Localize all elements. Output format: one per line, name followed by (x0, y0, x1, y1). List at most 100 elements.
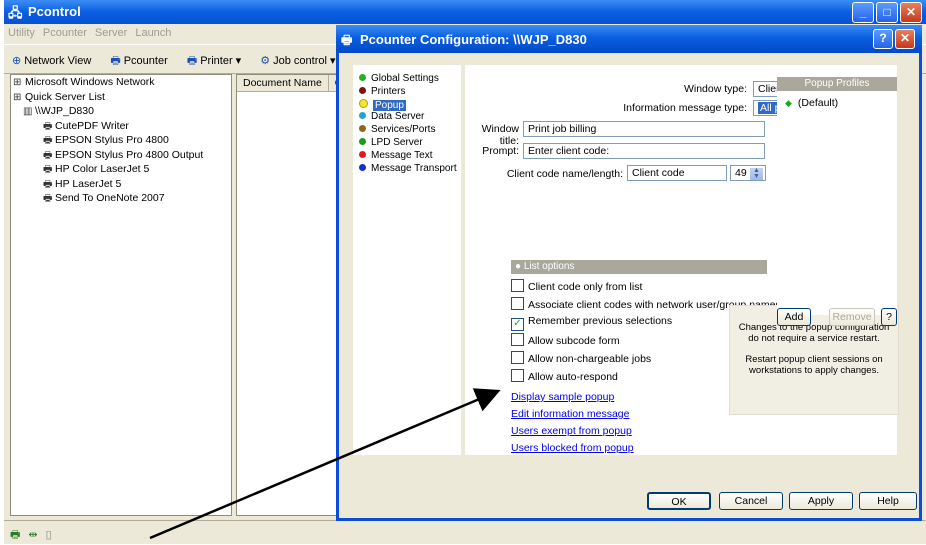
status-bar: 🖶 ⇹ ▯ (4, 520, 926, 544)
prompt-label: Prompt: (482, 145, 519, 157)
menu-pcounter[interactable]: Pcounter (39, 24, 91, 42)
toolbar-pcounter[interactable]: 🖶 Pcounter (102, 45, 175, 71)
popup-link[interactable]: Users exempt from popup (511, 425, 632, 437)
option-label: Allow auto-respond (528, 371, 618, 383)
tree-item[interactable]: 🖶 HP LaserJet 5 (11, 177, 231, 192)
tree-item[interactable]: ⊞ Microsoft Windows Network (11, 75, 231, 90)
nav-item-message-transport[interactable]: Message Transport (353, 163, 461, 176)
option-label: Allow subcode form (528, 335, 620, 347)
option-checkbox-row[interactable]: Allow auto-respond (511, 369, 618, 383)
tree-rows: ⊞ Microsoft Windows Network ⊞ Quick Server … (11, 75, 231, 206)
dialog-window-buttons: ? ✕ (871, 29, 915, 49)
tree-item[interactable]: 🖶 EPSON Stylus Pro 4800 (11, 133, 231, 148)
option-checkbox-row[interactable]: Allow subcode form (511, 333, 620, 347)
tree-item-label: EPSON Stylus Pro 4800 Output (55, 148, 204, 161)
settings-nav: Global Settings Printers Popup Data Server S… (353, 65, 461, 455)
stepper-arrows-icon[interactable]: ▲ ▼ (749, 167, 764, 180)
network-icon: ⊞ (13, 91, 22, 103)
tree-item-label: Send To OneNote 2007 (55, 192, 165, 204)
dialog-close-icon[interactable]: ✕ (895, 29, 915, 49)
remove-profile-button[interactable]: Remove (829, 308, 875, 326)
nav-item-printers[interactable]: Printers (353, 86, 461, 99)
job-control-icon: ⚙ (260, 55, 271, 67)
maximize-icon[interactable]: □ (876, 2, 898, 23)
nav-item-popup[interactable]: Popup (353, 98, 461, 112)
help-button[interactable]: Help (859, 492, 917, 510)
nav-item-global-settings[interactable]: Global Settings (353, 73, 461, 86)
popup-profiles-list: Popup Profiles ◆ (Default) (777, 77, 897, 315)
checkbox[interactable] (511, 369, 524, 382)
info-text-restart-clients: Restart popup client sessions on worksta… (745, 354, 883, 376)
toolbar-job-control[interactable]: ⚙ Job control ▾ (252, 47, 343, 67)
window-title-input[interactable]: Print job billing (523, 121, 765, 137)
checkbox[interactable] (511, 351, 524, 364)
option-label: Allow non-chargeable jobs (528, 353, 652, 365)
cancel-button[interactable]: Cancel (719, 492, 783, 510)
tree-item[interactable]: 🖶 Send To OneNote 2007 (11, 191, 231, 206)
tree-item-label: HP LaserJet 5 (55, 177, 122, 190)
close-icon[interactable]: ✕ (900, 2, 922, 23)
printer-icon: 🖶 (43, 193, 53, 204)
status-dot-icon (359, 74, 366, 81)
client-code-name-input[interactable]: Client code (627, 165, 727, 181)
minimize-icon[interactable]: _ (852, 2, 874, 23)
popup-link[interactable]: Display sample popup (511, 391, 614, 403)
pcounter-icon: 🖶 (110, 55, 121, 67)
printer-icon: 🖶 (43, 149, 53, 161)
network-icon: ⊞ (13, 77, 22, 88)
option-checkbox-row[interactable]: Allow non-chargeable jobs (511, 351, 651, 365)
nav-item-lpd-server[interactable]: LPD Server (353, 137, 461, 150)
status-doc-icon: ▯ (45, 529, 52, 541)
nav-item-data-server[interactable]: Data Server (353, 111, 461, 124)
tree-item-label: EPSON Stylus Pro 4800 (55, 134, 169, 146)
tree-item-label: Microsoft Windows Network (25, 76, 155, 88)
column-document-name[interactable]: Document Name (237, 75, 329, 91)
help-question-icon[interactable]: ? (873, 29, 893, 49)
dialog-title: Pcounter Configuration: \\WJP_D830 (360, 32, 587, 47)
job-list-header: Document NameOwn (237, 75, 347, 92)
option-checkbox-row[interactable]: ✓ Remember previous selections (511, 315, 673, 331)
pcontrol-title-bar[interactable]: 🖧 Pcontrol (4, 0, 926, 24)
menu-server[interactable]: Server (91, 24, 131, 42)
nav-item-label: Services/Ports (371, 124, 436, 136)
popup-profiles-header: Popup Profiles (777, 77, 897, 91)
profile-default[interactable]: ◆ (Default) (777, 91, 897, 109)
printer-icon: 🖶 (43, 135, 53, 146)
tree-item[interactable]: ▥ \\WJP_D830 (11, 104, 231, 119)
option-checkbox-row[interactable]: Client code only from list (511, 279, 642, 293)
menu-launch[interactable]: Launch (131, 24, 175, 42)
diamond-icon: ◆ (785, 98, 792, 108)
checkbox[interactable] (511, 279, 524, 292)
toolbar-printer[interactable]: 🖶 Printer ▾ (179, 45, 249, 71)
dialog-printer-icon: 🖶 (341, 33, 353, 47)
tree-item-label: CutePDF Writer (55, 119, 129, 132)
printer-icon: 🖶 (43, 120, 53, 132)
nav-item-label: Message Transport (371, 162, 457, 174)
nav-item-services-ports[interactable]: Services/Ports (353, 124, 461, 137)
client-code-length-stepper[interactable]: 49 ▲ ▼ (730, 165, 766, 181)
checkbox-checked[interactable]: ✓ (511, 318, 524, 331)
apply-button[interactable]: Apply (789, 492, 853, 510)
prompt-input[interactable]: Enter client code: (523, 143, 765, 159)
popup-link[interactable]: Users blocked from popup (511, 442, 634, 454)
tree-item[interactable]: 🖶 EPSON Stylus Pro 4800 Output (11, 148, 231, 163)
option-label: Remember previous selections (528, 315, 673, 327)
tree-item[interactable]: ⊞ Quick Server List (11, 90, 231, 105)
menu-utility[interactable]: Utility (4, 24, 39, 42)
popup-link[interactable]: Edit information message (511, 408, 629, 420)
list-options-header: ● List options (511, 260, 767, 274)
add-profile-button[interactable]: Add (777, 308, 811, 326)
option-label: Client code only from list (528, 281, 643, 293)
profile-help-button[interactable]: ? (881, 308, 897, 326)
checkbox[interactable] (511, 333, 524, 346)
nav-item-message-text[interactable]: Message Text (353, 150, 461, 163)
nav-rows: Global Settings Printers Popup Data Server S… (353, 65, 461, 175)
checkbox[interactable] (511, 297, 524, 310)
toolbar-network-view[interactable]: ⊕ Network View (4, 47, 99, 67)
tree-item[interactable]: 🖶 CutePDF Writer (11, 119, 231, 134)
nav-item-label: Global Settings (371, 73, 439, 84)
tree-item[interactable]: 🖶 HP Color LaserJet 5 (11, 162, 231, 177)
dialog-title-bar[interactable]: 🖶 Pcounter Configuration: \\WJP_D830 (336, 25, 922, 53)
status-printer-icon: 🖶 (10, 529, 21, 541)
ok-button[interactable]: OK (647, 492, 711, 510)
